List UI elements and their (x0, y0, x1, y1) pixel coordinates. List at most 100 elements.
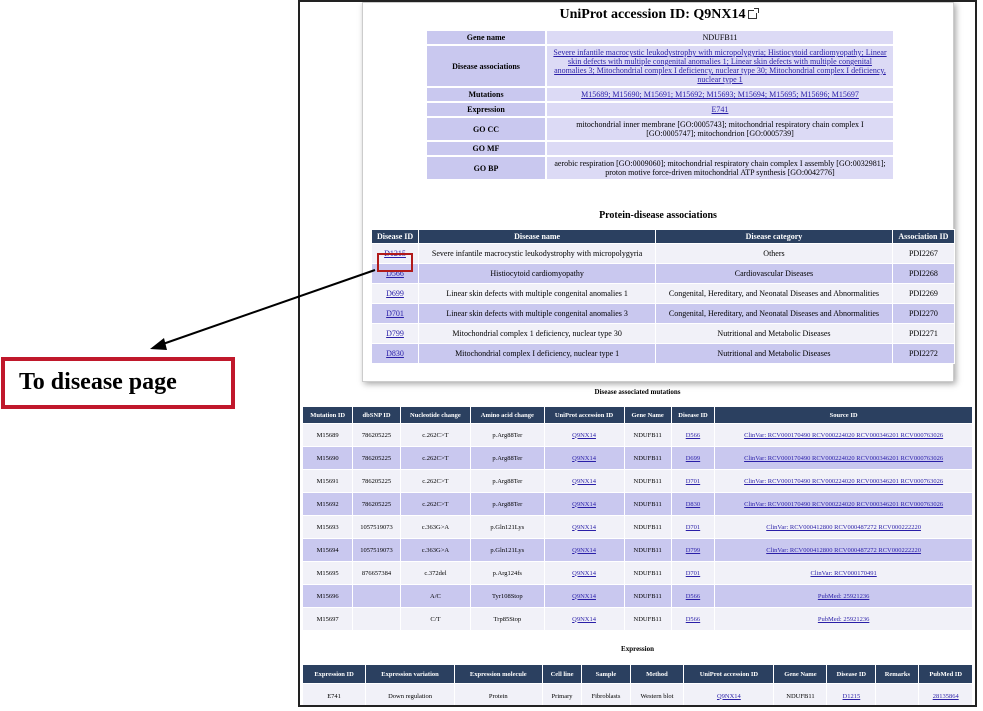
cell-link[interactable]: Q9NX14 (572, 432, 596, 439)
gene-info-row: GO MF (425, 140, 895, 157)
table-cell: c.262C>T (399, 469, 472, 493)
gene-info-value: M15689; M15690; M15691; M15692; M15693; … (545, 86, 895, 103)
cell-text: c.262C>T (422, 431, 449, 439)
external-link-icon[interactable] (747, 8, 759, 20)
mutations-title: Disease associated mutations (594, 388, 681, 396)
cell-link[interactable]: 28135864 (933, 693, 959, 700)
cell-text: p.Gln121Lys (490, 546, 525, 554)
cell-text: M15691 (316, 477, 339, 485)
cell-link[interactable]: D830 (386, 349, 404, 358)
gene-info-link[interactable]: E741 (712, 105, 729, 114)
cell-text: 1057519073 (360, 523, 393, 531)
cell-link[interactable]: Q9NX14 (572, 501, 596, 508)
table-header: UniProt accession ID (683, 664, 775, 684)
table-cell: Q9NX14 (543, 607, 625, 631)
cell-link[interactable]: PubMed: 25921236 (818, 616, 869, 623)
table-cell: p.Arg88Ter (470, 423, 545, 447)
table-cell: NDUFB11 (623, 515, 672, 539)
table-cell: D701 (370, 303, 420, 324)
cell-link[interactable]: ClinVar: RCV000170491 (810, 570, 876, 577)
cell-link[interactable]: Q9NX14 (572, 547, 596, 554)
table-cell: PDI2270 (891, 303, 956, 324)
cell-link[interactable]: D1215 (843, 693, 861, 700)
cell-link[interactable]: D699 (686, 455, 700, 462)
cell-link[interactable]: D701 (386, 309, 404, 318)
table-row: M15689 786205225 c.262C>T p.Arg88Ter Q9NX14 N… (301, 423, 973, 447)
cell-link[interactable]: D799 (386, 329, 404, 338)
cell-link[interactable]: PubMed: 25921236 (818, 593, 869, 600)
cell-text: Linear skin defects with multiple congen… (446, 289, 628, 298)
table-cell: Others (655, 243, 893, 264)
table-header: Expression molecule (453, 664, 543, 684)
table-cell: D701 (670, 469, 716, 493)
cell-link[interactable]: Q9NX14 (572, 478, 596, 485)
cell-link[interactable]: ClinVar: RCV000412800 RCV000487272 RCV00… (766, 524, 921, 531)
callout-label: To disease page (19, 369, 177, 395)
uniprot-title: UniProt accession ID: Q9NX14 (363, 7, 953, 23)
table-cell: Western blot (629, 683, 685, 705)
cell-text: M15690 (316, 454, 339, 462)
cell-text: 786205225 (361, 454, 392, 462)
cell-link[interactable]: D699 (386, 289, 404, 298)
cell-link[interactable]: D566 (686, 593, 700, 600)
cell-text: Linear skin defects with multiple congen… (446, 309, 628, 318)
cell-link[interactable]: Q9NX14 (572, 455, 596, 462)
cell-text: NDUFB11 (633, 431, 662, 439)
table-cell: 1057519073 (352, 538, 401, 562)
cell-link[interactable]: Q9NX14 (717, 693, 741, 700)
cell-link[interactable]: ClinVar: RCV000412800 RCV000487272 RCV00… (766, 547, 921, 554)
gene-info-link[interactable]: Severe infantile macrocystic leukodystro… (553, 48, 886, 84)
cell-text: 786205225 (361, 500, 392, 508)
cell-link[interactable]: ClinVar: RCV000170490 RCV000224020 RCV00… (744, 432, 943, 439)
table-header: UniProt accession ID (543, 406, 625, 424)
table-row: M15690 786205225 c.262C>T p.Arg88Ter Q9NX14 N… (301, 446, 973, 470)
table-cell: D799 (670, 538, 716, 562)
table-cell: D701 (670, 561, 716, 585)
mutations-table: Mutation ID dbSNP ID Nucleotide change Amin… (301, 406, 973, 631)
cell-link[interactable]: Q9NX14 (572, 616, 596, 623)
table-cell: PDI2271 (891, 323, 956, 344)
cell-link[interactable]: Q9NX14 (572, 524, 596, 531)
table-cell: Q9NX14 (543, 469, 625, 493)
table-cell (352, 607, 401, 631)
cell-link[interactable]: ClinVar: RCV000170490 RCV000224020 RCV00… (744, 501, 943, 508)
gene-info-table: Gene name NDUFB11 Disease associations Seve… (425, 29, 895, 181)
table-cell: 786205225 (352, 423, 401, 447)
cell-link[interactable]: D701 (686, 478, 700, 485)
cell-text: p.Arg124fs (492, 569, 522, 577)
table-cell: Q9NX14 (543, 584, 625, 608)
table-cell: Congenital, Hereditary, and Neonatal Dis… (655, 283, 893, 304)
cell-text: p.Gln121Lys (490, 523, 525, 531)
cell-link[interactable]: D799 (686, 547, 700, 554)
table-cell: Histiocytoid cardiomyopathy (418, 263, 657, 284)
table-cell: Q9NX14 (543, 446, 625, 470)
table-header: Disease name (418, 229, 657, 244)
table-cell: D1215 (826, 683, 877, 705)
table-cell: Severe infantile macrocystic leukodystro… (418, 243, 657, 264)
table-cell: p.Arg88Ter (470, 492, 545, 516)
cell-link[interactable]: ClinVar: RCV000170490 RCV000224020 RCV00… (744, 478, 943, 485)
gene-info-value: mitochondrial inner membrane [GO:0005743… (545, 116, 895, 142)
gene-info-key: Gene name (425, 29, 547, 46)
cell-link[interactable]: D701 (686, 570, 700, 577)
cell-link[interactable]: Q9NX14 (572, 570, 596, 577)
cell-text: Mitochondrial complex 1 deficiency, nucl… (452, 329, 622, 338)
table-header: Remarks (875, 664, 920, 684)
table-cell: NDUFB11 (623, 561, 672, 585)
cell-link[interactable]: D566 (686, 616, 700, 623)
table-cell: PubMed: 25921236 (714, 584, 973, 608)
table-cell: Q9NX14 (543, 515, 625, 539)
table-cell (352, 584, 401, 608)
cell-link[interactable]: ClinVar: RCV000170490 RCV000224020 RCV00… (744, 455, 943, 462)
cell-text: NDUFB11 (633, 523, 662, 531)
table-cell: C/T (399, 607, 472, 631)
cell-text: NDUFB11 (633, 615, 662, 623)
cell-link[interactable]: D830 (686, 501, 700, 508)
table-cell: c.262C>T (399, 446, 472, 470)
cell-link[interactable]: D566 (686, 432, 700, 439)
cell-link[interactable]: D701 (686, 524, 700, 531)
cell-link[interactable]: Q9NX14 (572, 593, 596, 600)
table-cell: PDI2272 (891, 343, 956, 364)
gene-info-link[interactable]: M15689; M15690; M15691; M15692; M15693; … (581, 90, 859, 99)
table-cell: D566 (670, 584, 716, 608)
